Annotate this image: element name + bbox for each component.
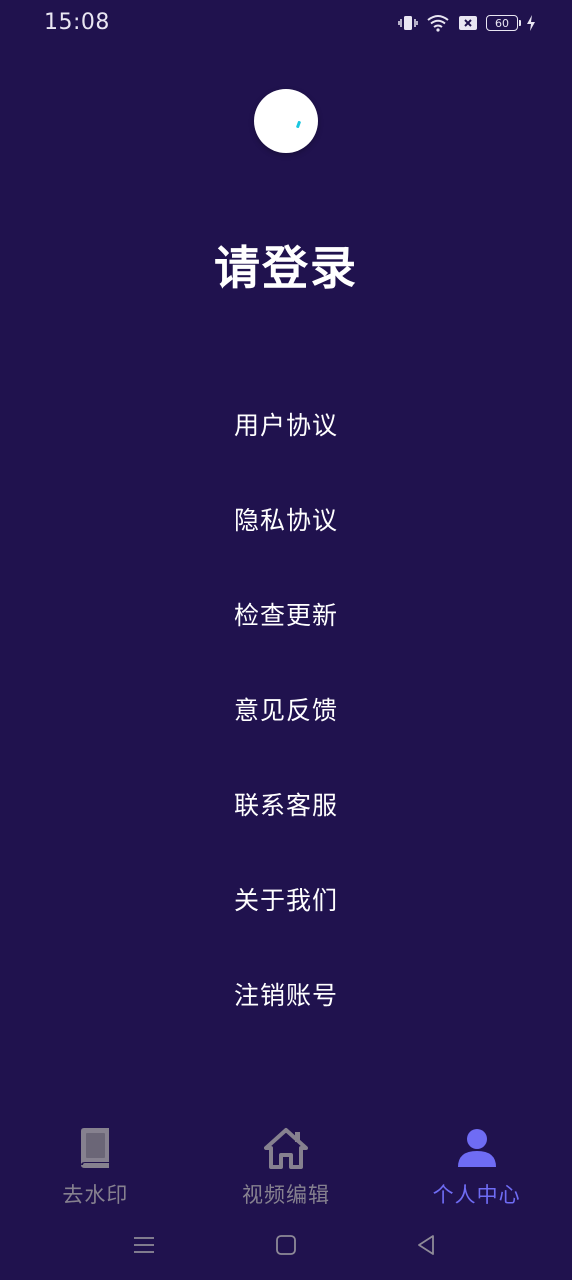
menu-item-feedback[interactable]: 意见反馈: [0, 685, 572, 780]
bottom-tab-bar: 去水印 视频编辑 个人中心: [0, 1125, 572, 1215]
menu-item-check-update[interactable]: 检查更新: [0, 590, 572, 685]
tab-remove-watermark[interactable]: 去水印: [0, 1125, 191, 1215]
status-time: 15:08: [44, 10, 110, 35]
status-bar: 15:08 60: [0, 0, 572, 52]
tab-label: 个人中心: [432, 1183, 521, 1207]
menu-lines-icon: [134, 1237, 154, 1253]
square-icon: [276, 1235, 296, 1255]
home-nav-button[interactable]: [266, 1225, 306, 1265]
settings-menu: 用户协议 隐私协议 检查更新 意见反馈 联系客服 关于我们 注销账号: [0, 400, 572, 1065]
menu-item-label: 检查更新: [233, 601, 338, 630]
back-triangle-icon: [418, 1235, 434, 1255]
menu-item-label: 联系客服: [233, 791, 338, 820]
vibrate-icon: [398, 14, 418, 32]
menu-item-privacy-policy[interactable]: 隐私协议: [0, 495, 572, 590]
battery-level: 60: [495, 16, 509, 30]
menu-item-about-us[interactable]: 关于我们: [0, 875, 572, 970]
sim-off-icon: [458, 14, 478, 32]
person-icon: [455, 1125, 499, 1171]
wifi-icon: [426, 14, 450, 32]
menu-item-delete-account[interactable]: 注销账号: [0, 970, 572, 1065]
menu-item-label: 隐私协议: [233, 506, 338, 535]
tab-profile[interactable]: 个人中心: [381, 1125, 572, 1215]
menu-item-contact-support[interactable]: 联系客服: [0, 780, 572, 875]
book-icon: [73, 1125, 117, 1171]
menu-item-label: 用户协议: [233, 411, 338, 440]
tab-label: 去水印: [62, 1183, 129, 1207]
avatar[interactable]: [254, 89, 318, 153]
tab-video-edit[interactable]: 视频编辑: [191, 1125, 382, 1215]
login-prompt[interactable]: 请登录: [0, 232, 572, 298]
menu-item-label: 注销账号: [233, 981, 338, 1010]
charging-icon: [526, 14, 536, 32]
status-icons: 60: [398, 14, 536, 32]
menu-item-label: 关于我们: [233, 886, 338, 915]
tab-label: 视频编辑: [242, 1183, 330, 1207]
home-icon: [264, 1125, 308, 1171]
battery-icon: 60: [486, 15, 521, 31]
recent-apps-button[interactable]: [124, 1225, 164, 1265]
system-nav-bar: [0, 1225, 572, 1265]
back-nav-button[interactable]: [406, 1225, 446, 1265]
menu-item-user-agreement[interactable]: 用户协议: [0, 400, 572, 495]
avatar-accent-mark: [295, 120, 302, 129]
menu-item-label: 意见反馈: [233, 696, 338, 725]
